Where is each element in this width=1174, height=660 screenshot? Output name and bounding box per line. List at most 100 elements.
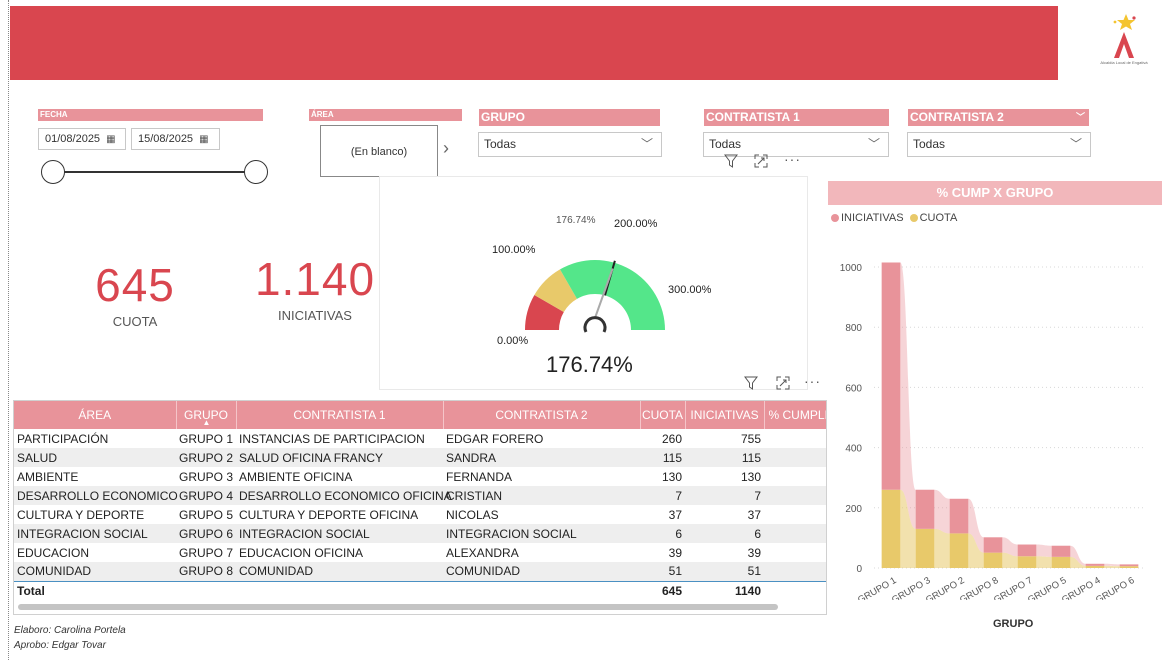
chevron-down-icon: ﹀	[867, 137, 880, 151]
cell-cumplimiento	[764, 524, 826, 543]
cell-iniciativas: 6	[685, 524, 764, 543]
sort-ascending-icon: ▲	[202, 418, 211, 427]
cell-iniciativas: 37	[747, 507, 761, 522]
more-options-icon[interactable]: ···	[804, 373, 821, 389]
cell-cumplimiento	[764, 486, 826, 505]
more-options-icon[interactable]: ···	[784, 151, 801, 167]
filter-icon[interactable]	[724, 154, 738, 173]
chart-y-tick-label: 0	[856, 564, 862, 575]
focus-mode-icon[interactable]	[754, 154, 768, 173]
cell-cuota: 6	[640, 524, 685, 543]
cell-contratista1: DESARROLLO ECONOMICO OFICINA	[236, 486, 452, 505]
cell-contratista2: CRISTIAN	[443, 486, 640, 505]
kpi-cuota-card: 645 CUOTA	[60, 258, 210, 329]
bar-iniciativas	[1051, 545, 1071, 557]
bar-iniciativas	[1119, 564, 1139, 567]
cell-area: EDUCACION	[17, 545, 90, 560]
calendar-icon[interactable]: ▦	[106, 130, 115, 150]
gauge-min-label: 0.00%	[497, 335, 529, 347]
grupo-dropdown[interactable]: Todas ﹀	[478, 132, 662, 157]
cell-area: INTEGRACION SOCIAL	[14, 524, 176, 543]
cell-iniciativas: 39	[747, 545, 761, 560]
date-range-start-handle[interactable]	[41, 160, 65, 184]
table-grid: ÁREA GRUPO ▲ CONTRATISTA 1 CONTRATISTA 2 …	[14, 401, 826, 600]
bar-cuota	[881, 489, 901, 568]
contratista2-dropdown-value: Todas	[913, 137, 946, 151]
cell-total-label: Total	[14, 580, 176, 600]
cell-area: SALUD	[14, 448, 176, 467]
chart-y-tick-label: 600	[845, 383, 862, 394]
cell-cuota: 7	[640, 486, 685, 505]
col-header-contratista2[interactable]: CONTRATISTA 2	[443, 401, 641, 429]
legend-cuota-label[interactable]: CUOTA	[920, 212, 958, 224]
start-date-input[interactable]: 01/08/2025 ▦	[38, 128, 126, 150]
cell-contratista1: AMBIENTE OFICINA	[239, 469, 353, 484]
cell-iniciativas: 130	[740, 469, 761, 484]
logo-icon	[1113, 14, 1136, 58]
area-tile-button[interactable]: (En blanco)	[320, 125, 438, 177]
bar-iniciativas	[949, 498, 969, 534]
col-header-cuota[interactable]: CUOTA	[640, 401, 686, 429]
contratista2-dropdown[interactable]: Todas ﹀	[907, 132, 1091, 157]
cell-cuota: 260	[661, 431, 682, 446]
contratista2-slicer-header: CONTRATISTA 2 ﹀	[908, 109, 1089, 126]
table-total-row: Total 645 1140	[14, 580, 826, 600]
contratista1-dropdown-value: Todas	[709, 137, 742, 151]
chart-title: % CUMP X GRUPO	[828, 181, 1162, 205]
cell-contratista2: ALEXANDRA	[446, 545, 519, 560]
kpi-iniciativas-value: 1.140	[254, 253, 376, 305]
end-date-input[interactable]: 15/08/2025 ▦	[131, 128, 220, 150]
chevron-down-icon: ﹀	[640, 137, 653, 151]
chevron-down-icon[interactable]: ﹀	[1076, 109, 1085, 126]
cell-grupo: GRUPO 6	[176, 524, 236, 543]
cell-contratista1: EDUCACION OFICINA	[239, 545, 364, 560]
ribbon-iniciativas	[1104, 563, 1120, 567]
cell-area: AMBIENTE	[17, 469, 79, 484]
table-row: COMUNIDAD GRUPO 8 COMUNIDAD COMUNIDAD 51 51	[14, 562, 826, 581]
date-range-end-handle[interactable]	[244, 160, 268, 184]
chart-y-tick-label: 200	[845, 504, 862, 515]
cell-grupo: GRUPO 1	[179, 431, 234, 446]
bar-iniciativas	[915, 489, 935, 529]
cell-cumplimiento	[764, 562, 826, 581]
ribbon-cuota	[1036, 556, 1052, 568]
fecha-slicer-header: FECHA	[38, 109, 263, 121]
footer-elaboro: Elaboro: Carolina Portela	[14, 625, 126, 636]
cell-cumplimiento	[764, 543, 826, 562]
gauge-hub	[583, 316, 607, 333]
bar-iniciativas	[1017, 544, 1037, 557]
col-header-area[interactable]: ÁREA	[14, 401, 177, 429]
chart-y-tick-label: 800	[845, 323, 862, 334]
col-header-cumplimiento[interactable]: % CUMPLI	[764, 401, 826, 429]
col-header-grupo[interactable]: GRUPO ▲	[176, 401, 237, 429]
cell-contratista1: CULTURA Y DEPORTE OFICINA	[239, 507, 419, 522]
cell-cumplimiento	[764, 429, 826, 448]
horizontal-scrollbar[interactable]	[18, 604, 778, 610]
cell-grupo: GRUPO 5	[179, 507, 234, 522]
gauge-200-label: 200.00%	[614, 218, 658, 230]
start-date-value: 01/08/2025	[45, 133, 101, 145]
calendar-icon[interactable]: ▦	[199, 130, 208, 150]
chevron-right-icon[interactable]: ›	[443, 138, 449, 159]
cell-cuota: 130	[661, 469, 682, 484]
bar-cuota	[1051, 556, 1071, 568]
cell-contratista2: INTEGRACION SOCIAL	[443, 524, 640, 543]
filter-icon[interactable]	[744, 376, 758, 395]
chart-x-tick-label: GRUPO 6	[1094, 575, 1137, 600]
col-header-contratista1[interactable]: CONTRATISTA 1	[236, 401, 444, 429]
ribbon-cuota	[1104, 565, 1120, 568]
kpi-iniciativas-label: INICIATIVAS	[278, 308, 352, 323]
date-range-slider-track[interactable]	[52, 171, 257, 173]
cell-cuota: 37	[668, 507, 682, 522]
bar-iniciativas	[983, 537, 1003, 553]
cell-cumplimiento	[764, 467, 826, 486]
col-header-iniciativas[interactable]: INICIATIVAS	[685, 401, 765, 429]
focus-mode-icon[interactable]	[776, 376, 790, 395]
cell-contratista2: COMUNIDAD	[443, 562, 640, 581]
cell-area: DESARROLLO ECONOMICO	[14, 486, 178, 505]
cell-cuota: 51	[640, 562, 685, 581]
legend-iniciativas-label[interactable]: INICIATIVAS	[841, 212, 904, 224]
gauge-max-label: 300.00%	[668, 284, 712, 296]
table-row: AMBIENTE GRUPO 3 AMBIENTE OFICINA FERNANDA 1…	[14, 467, 826, 486]
cell-iniciativas: 115	[685, 448, 764, 467]
